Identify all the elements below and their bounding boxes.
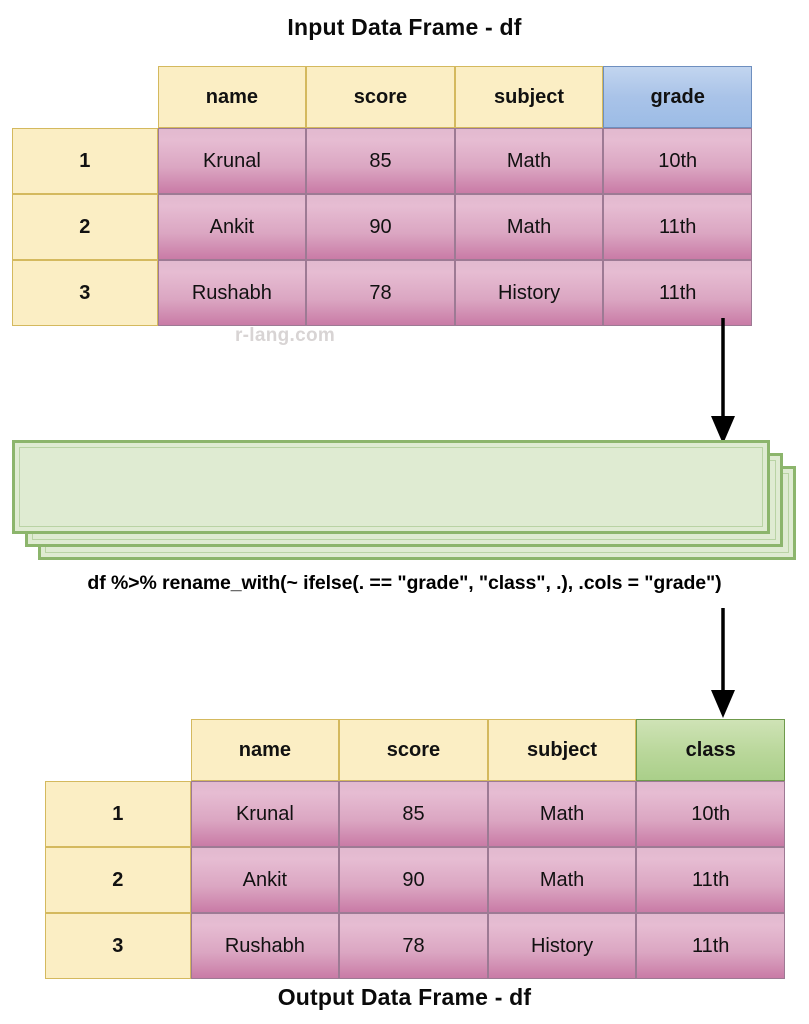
output-index-2: 2 — [45, 847, 191, 913]
input-cell-r2-grade: 11th — [603, 194, 752, 260]
table-row: 2 Ankit 90 Math 11th — [45, 847, 785, 913]
input-index-1: 1 — [12, 128, 158, 194]
input-cell-r1-grade: 10th — [603, 128, 752, 194]
sheet-front-inner-border — [19, 447, 763, 527]
site-watermark: r-lang.com — [234, 325, 336, 346]
output-header-row: name score subject class — [45, 719, 785, 781]
input-cell-r1-name: Krunal — [157, 128, 307, 194]
output-cell-r2-name: Ankit — [190, 847, 340, 913]
output-index-3: 3 — [45, 913, 191, 979]
input-cell-r1-subject: Math — [454, 128, 604, 194]
output-cell-r3-score: 78 — [339, 913, 488, 979]
input-index-2: 2 — [12, 194, 158, 260]
sheet-front — [12, 440, 770, 534]
output-header-score: score — [339, 719, 488, 781]
output-cell-r2-subject: Math — [487, 847, 637, 913]
input-cell-r3-name: Rushabh — [157, 260, 307, 326]
output-header-class-highlighted: class — [636, 719, 785, 781]
table-row: 2 Ankit 90 Math 11th — [12, 194, 752, 260]
input-cell-r1-score: 85 — [306, 128, 455, 194]
diagram-canvas: Input Data Frame - df name score subject… — [0, 0, 809, 1024]
operation-sheet-stack — [12, 440, 796, 560]
output-cell-r1-class: 10th — [636, 781, 785, 847]
input-header-name: name — [157, 66, 307, 128]
input-title: Input Data Frame - df — [287, 14, 522, 40]
output-index-1: 1 — [45, 781, 191, 847]
output-cell-r2-score: 90 — [339, 847, 488, 913]
code-expression: df %>% rename_with(~ ifelse(. == "grade"… — [87, 572, 722, 594]
input-header-grade-highlighted: grade — [603, 66, 752, 128]
input-index-3: 3 — [12, 260, 158, 326]
output-header-name: name — [190, 719, 340, 781]
output-cell-r1-score: 85 — [339, 781, 488, 847]
output-data-frame-table: name score subject class 1 Krunal 85 Mat… — [45, 719, 785, 979]
input-corner-cell — [12, 66, 158, 128]
table-row: 1 Krunal 85 Math 10th — [45, 781, 785, 847]
output-cell-r2-class: 11th — [636, 847, 785, 913]
input-data-frame-table: name score subject grade 1 Krunal 85 Mat… — [12, 66, 752, 326]
input-header-subject: subject — [454, 66, 604, 128]
table-row: 3 Rushabh 78 History 11th — [45, 913, 785, 979]
output-cell-r3-class: 11th — [636, 913, 785, 979]
input-cell-r3-score: 78 — [306, 260, 455, 326]
output-cell-r1-subject: Math — [487, 781, 637, 847]
table-row: 1 Krunal 85 Math 10th — [12, 128, 752, 194]
input-cell-r2-subject: Math — [454, 194, 604, 260]
input-cell-r2-name: Ankit — [157, 194, 307, 260]
output-cell-r3-name: Rushabh — [190, 913, 340, 979]
input-cell-r3-subject: History — [454, 260, 604, 326]
output-corner-cell — [45, 719, 191, 781]
input-header-score: score — [306, 66, 455, 128]
table-row: 3 Rushabh 78 History 11th — [12, 260, 752, 326]
down-arrow-icon-bottom — [711, 608, 735, 718]
output-title: Output Data Frame - df — [277, 984, 532, 1010]
output-cell-r1-name: Krunal — [190, 781, 340, 847]
down-arrow-icon-top — [711, 318, 735, 444]
input-cell-r2-score: 90 — [306, 194, 455, 260]
output-cell-r3-subject: History — [487, 913, 637, 979]
input-header-row: name score subject grade — [12, 66, 752, 128]
input-cell-r3-grade: 11th — [603, 260, 752, 326]
output-header-subject: subject — [487, 719, 637, 781]
